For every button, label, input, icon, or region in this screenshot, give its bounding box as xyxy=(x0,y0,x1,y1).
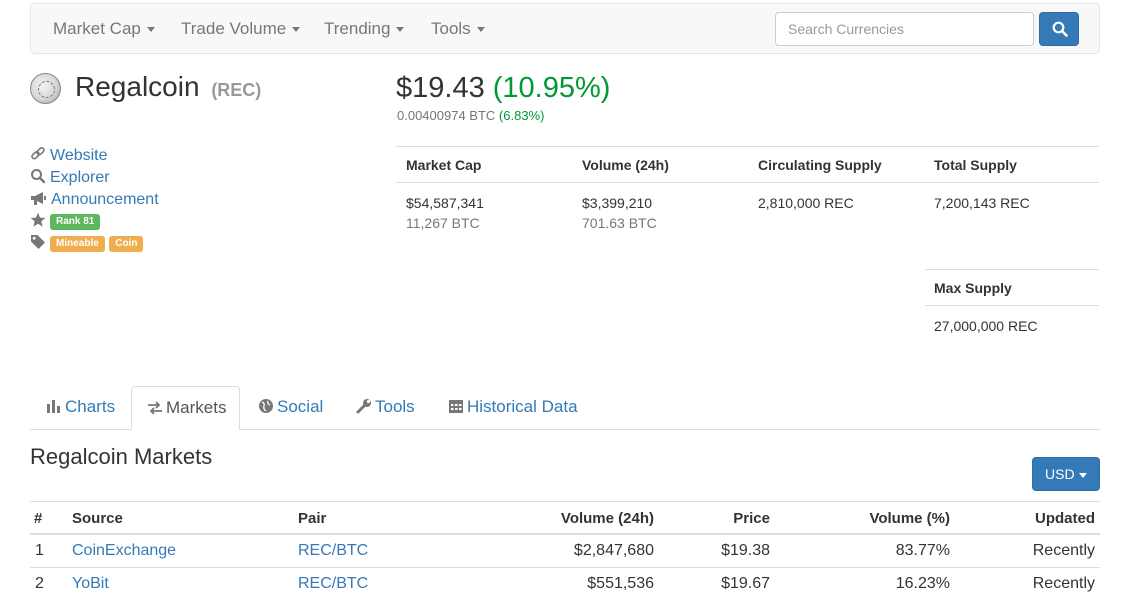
link-icon xyxy=(31,146,45,160)
top-navbar: Market Cap Trade Volume Trending Tools xyxy=(30,3,1100,54)
announcement-link[interactable]: Announcement xyxy=(30,190,159,209)
caret-down-icon xyxy=(476,27,485,33)
caret-down-icon xyxy=(146,27,155,33)
divider xyxy=(925,269,1099,270)
rank-badge: Rank 81 xyxy=(50,214,101,230)
divider xyxy=(396,146,1099,147)
row-rank: 1 xyxy=(35,542,44,559)
col-updated[interactable]: Updated xyxy=(1035,510,1095,527)
row-volume-pct: 83.77% xyxy=(895,542,950,559)
search-icon xyxy=(31,169,46,184)
circulating-supply-value: 2,810,000 REC xyxy=(758,195,854,211)
search-icon xyxy=(1052,21,1068,37)
rank-row: Rank 81 xyxy=(30,212,101,231)
volume-usd: $3,399,210 xyxy=(582,195,653,211)
market-cap-btc: 11,267 BTC xyxy=(406,215,480,231)
caret-down-icon xyxy=(292,27,301,33)
row-price: $19.38 xyxy=(721,542,770,559)
row-volume: $2,847,680 xyxy=(573,542,654,559)
tab-tools[interactable]: Tools xyxy=(341,386,430,430)
row-source-link[interactable]: YoBit xyxy=(72,575,109,593)
price-btc: 0.00400974 BTC xyxy=(397,108,496,123)
nav-market-cap[interactable]: Market Cap xyxy=(53,19,155,39)
price-btc-row: 0.00400974 BTC (6.83%) xyxy=(397,108,544,123)
divider xyxy=(30,501,1100,502)
tag-badge: Mineable xyxy=(50,236,105,252)
volume-btc: 701.63 BTC xyxy=(582,215,657,231)
website-link[interactable]: Website xyxy=(30,146,108,165)
col-volume[interactable]: Volume (24h) xyxy=(561,510,654,527)
bullhorn-icon xyxy=(31,192,46,205)
market-cap-label: Market Cap xyxy=(406,157,482,173)
row-volume-pct: 16.23% xyxy=(895,575,950,592)
nav-trade-volume[interactable]: Trade Volume xyxy=(181,19,301,39)
price-usd: $19.43 xyxy=(396,72,485,104)
row-pair-link[interactable]: REC/BTC xyxy=(298,575,368,593)
btc-change: (6.83%) xyxy=(498,108,545,123)
row-price: $19.67 xyxy=(721,575,770,592)
currency-dropdown[interactable]: USD xyxy=(1032,457,1100,491)
caret-down-icon xyxy=(1078,472,1087,478)
row-volume: $551,536 xyxy=(587,575,654,592)
divider xyxy=(396,182,1099,183)
tab-social[interactable]: Social xyxy=(243,386,338,430)
circulating-supply-label: Circulating Supply xyxy=(758,157,882,173)
col-rank[interactable]: # xyxy=(34,510,42,527)
row-source-link[interactable]: CoinExchange xyxy=(72,542,176,560)
divider xyxy=(30,567,1100,568)
col-price[interactable]: Price xyxy=(733,510,770,527)
coin-symbol: (REC) xyxy=(211,80,262,100)
col-source[interactable]: Source xyxy=(72,510,123,527)
star-icon xyxy=(30,212,46,227)
globe-icon xyxy=(259,399,273,413)
max-supply-label: Max Supply xyxy=(934,280,1012,296)
row-rank: 2 xyxy=(35,575,44,592)
divider xyxy=(925,305,1099,306)
row-pair-link[interactable]: REC/BTC xyxy=(298,542,368,560)
divider xyxy=(30,533,1100,535)
price-change: (10.95%) xyxy=(492,72,611,104)
market-cap-usd: $54,587,341 xyxy=(406,195,484,211)
search-button[interactable] xyxy=(1039,12,1079,46)
tab-historical-data[interactable]: Historical Data xyxy=(433,386,593,430)
price-usd-row: $19.43 (10.95%) xyxy=(396,72,610,105)
explorer-link[interactable]: Explorer xyxy=(30,168,110,187)
bar-chart-icon xyxy=(47,400,60,413)
exchange-icon xyxy=(148,401,162,415)
row-updated: Recently xyxy=(1032,542,1095,559)
search-input[interactable] xyxy=(775,12,1034,46)
total-supply-label: Total Supply xyxy=(934,157,1017,173)
tab-charts[interactable]: Charts xyxy=(31,386,130,430)
tags-row: Mineable Coin xyxy=(30,234,144,253)
row-updated: Recently xyxy=(1032,575,1095,592)
markets-title: Regalcoin Markets xyxy=(30,444,213,469)
tag-icon xyxy=(31,235,45,249)
coin-name: Regalcoin xyxy=(75,71,200,102)
caret-down-icon xyxy=(396,27,405,33)
coin-logo xyxy=(30,73,61,104)
tab-markets[interactable]: Markets xyxy=(131,386,240,430)
tag-badge: Coin xyxy=(109,236,144,252)
col-pair[interactable]: Pair xyxy=(298,510,326,527)
total-supply-value: 7,200,143 REC xyxy=(934,195,1030,211)
volume-label: Volume (24h) xyxy=(582,157,669,173)
calendar-icon xyxy=(449,400,463,413)
max-supply-value: 27,000,000 REC xyxy=(934,318,1038,334)
coin-title: Regalcoin (REC) xyxy=(75,71,261,103)
nav-tools[interactable]: Tools xyxy=(431,19,485,39)
col-volume-pct[interactable]: Volume (%) xyxy=(869,510,950,527)
wrench-icon xyxy=(356,399,371,414)
nav-trending[interactable]: Trending xyxy=(324,19,405,39)
